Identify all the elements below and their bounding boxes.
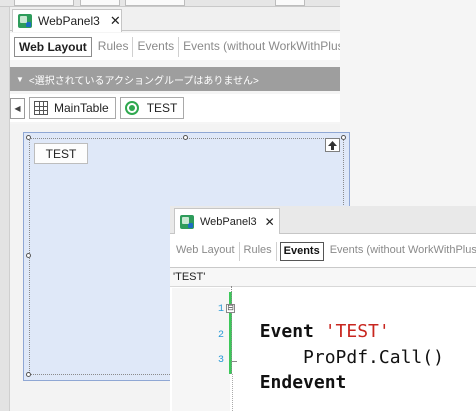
breadcrumb: ◀ MainTable TEST <box>10 94 340 122</box>
line-number: 3 <box>217 355 224 366</box>
resize-handle[interactable] <box>26 253 31 258</box>
line-number: 1 <box>217 304 224 315</box>
resize-handle[interactable] <box>26 372 31 377</box>
keyword-token: Endevent <box>259 372 347 393</box>
tab-events-without-workwithplus[interactable]: Events (without WorkWithPlus code) <box>326 242 476 261</box>
document-tab-title: WebPanel3 <box>200 215 257 228</box>
webpanel-icon <box>18 14 32 28</box>
top-toolbar-strip <box>0 0 340 7</box>
fold-end-marker <box>231 361 237 362</box>
toolbar-field[interactable] <box>14 0 74 6</box>
event-context-bar[interactable]: 'TEST' <box>170 267 476 287</box>
chevron-left-icon[interactable]: ◀ <box>10 97 25 119</box>
code-line[interactable]: Endevent <box>238 347 347 395</box>
breadcrumb-item-test[interactable]: TEST <box>119 97 185 119</box>
action-group-bar[interactable]: ▼ <選択されているアクショングループはありません> <box>10 67 340 91</box>
table-icon <box>34 101 48 115</box>
breadcrumb-label: TEST <box>146 101 178 115</box>
tab-events[interactable]: Events <box>133 36 180 57</box>
event-context-label: 'TEST' <box>173 271 206 283</box>
gutter-guide <box>232 374 233 411</box>
editor-subtabs: Web Layout Rules Events Events (without … <box>170 238 476 264</box>
tab-rules[interactable]: Rules <box>94 36 134 57</box>
line-number: 2 <box>217 330 224 341</box>
tab-web-layout[interactable]: Web Layout <box>14 36 92 57</box>
breadcrumb-label: MainTable <box>54 101 109 115</box>
resize-handle[interactable] <box>183 135 188 140</box>
breadcrumb-item-maintable[interactable]: MainTable <box>29 97 116 119</box>
webpanel-icon <box>180 214 194 229</box>
action-group-text: <選択されているアクショングループはありません> <box>28 75 259 87</box>
chevron-down-icon[interactable]: ▼ <box>16 75 24 84</box>
arrow-up-icon[interactable] <box>325 138 340 152</box>
tab-events-without-workwithplus[interactable]: Events (without WorkWithPlus code) <box>179 37 340 57</box>
radio-icon <box>124 101 139 115</box>
close-icon[interactable]: ✕ <box>110 13 121 29</box>
document-tab-webpanel3[interactable]: WebPanel3 ✕ <box>12 9 122 32</box>
tab-events[interactable]: Events <box>279 241 324 261</box>
collapse-icon[interactable]: ⊟ <box>226 304 235 313</box>
tab-web-layout[interactable]: Web Layout <box>176 241 240 261</box>
close-icon[interactable]: ✕ <box>265 215 275 229</box>
toolbar-field[interactable] <box>80 0 120 6</box>
resize-handle[interactable] <box>341 135 346 140</box>
toolbar-field[interactable] <box>275 0 305 6</box>
test-button[interactable]: TEST <box>34 143 88 164</box>
left-frame <box>0 7 10 411</box>
resize-handle[interactable] <box>26 135 31 140</box>
toolbar-field[interactable] <box>125 0 185 6</box>
document-tab-webpanel3[interactable]: WebPanel3 ✕ <box>174 208 280 234</box>
editor-subtabs: Web Layout Rules Events Events (without … <box>10 33 340 60</box>
tab-rules[interactable]: Rules <box>240 241 277 261</box>
document-tab-title: WebPanel3 <box>38 14 100 28</box>
